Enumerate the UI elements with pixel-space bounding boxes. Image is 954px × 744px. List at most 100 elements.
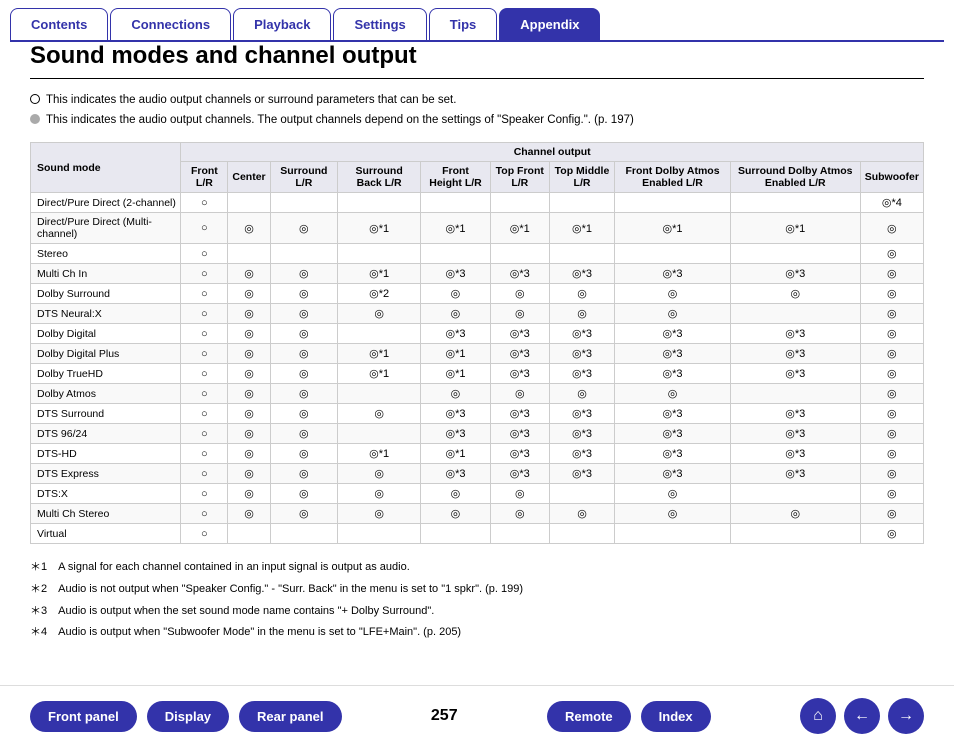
channel-cell: ◎*1 — [338, 444, 421, 464]
bottom-nav-left: Front panel Display Rear panel — [30, 701, 342, 732]
channel-cell: ◎ — [270, 364, 337, 384]
channel-cell: ◎ — [270, 264, 337, 284]
channel-cell: ◎ — [615, 284, 731, 304]
channel-cell: ◎ — [270, 444, 337, 464]
channel-cell: ◎ — [270, 404, 337, 424]
back-icon-button[interactable]: ← — [844, 698, 880, 734]
nav-tabs: Contents Connections Playback Settings T… — [0, 0, 954, 42]
channel-cell: ◎*3 — [549, 344, 614, 364]
channel-cell — [615, 193, 731, 213]
remote-button[interactable]: Remote — [547, 701, 631, 732]
col-surround-back-lr: Surround Back L/R — [338, 162, 421, 193]
channel-cell — [549, 193, 614, 213]
channel-cell: ○ — [181, 424, 228, 444]
channel-cell: ◎*3 — [549, 324, 614, 344]
channel-cell — [730, 524, 860, 544]
front-panel-button[interactable]: Front panel — [30, 701, 137, 732]
sound-mode-cell: DTS Neural:X — [31, 304, 181, 324]
channel-cell: ◎ — [338, 404, 421, 424]
channel-cell — [490, 193, 549, 213]
channel-cell: ◎ — [421, 284, 491, 304]
col-soundmode-header: Sound mode — [31, 143, 181, 193]
channel-cell — [228, 524, 270, 544]
channel-cell — [270, 524, 337, 544]
col-channel-output-header: Channel output — [181, 143, 924, 162]
forward-icon-button[interactable]: → — [888, 698, 924, 734]
legend-text-1: This indicates the audio output channels… — [46, 91, 456, 111]
channel-cell: ○ — [181, 304, 228, 324]
table-row: Stereo○◎ — [31, 244, 924, 264]
channel-cell: ◎ — [421, 384, 491, 404]
channel-cell: ◎ — [860, 404, 923, 424]
channel-cell — [228, 193, 270, 213]
channel-cell: ◎*3 — [730, 324, 860, 344]
sound-mode-cell: Dolby Atmos — [31, 384, 181, 404]
tab-appendix[interactable]: Appendix — [499, 8, 600, 40]
channel-cell — [338, 424, 421, 444]
table-row: DTS:X○◎◎◎◎◎◎◎ — [31, 484, 924, 504]
channel-cell: ◎ — [860, 424, 923, 444]
legend-circle-1 — [30, 94, 40, 104]
channel-cell: ◎*3 — [549, 424, 614, 444]
channel-cell: ◎ — [338, 304, 421, 324]
channel-cell: ◎ — [615, 504, 731, 524]
channel-cell — [421, 524, 491, 544]
tab-contents[interactable]: Contents — [10, 8, 108, 40]
channel-cell: ○ — [181, 504, 228, 524]
channel-cell — [730, 384, 860, 404]
channel-cell: ◎ — [860, 284, 923, 304]
bottom-nav-right-buttons: Remote Index — [547, 701, 711, 732]
table-row: DTS Express○◎◎◎◎*3◎*3◎*3◎*3◎*3◎ — [31, 464, 924, 484]
table-row: Dolby Digital Plus○◎◎◎*1◎*1◎*3◎*3◎*3◎*3◎ — [31, 344, 924, 364]
channel-cell — [338, 524, 421, 544]
legend-circle-2 — [30, 114, 40, 124]
channel-cell: ◎ — [228, 344, 270, 364]
tab-playback[interactable]: Playback — [233, 8, 331, 40]
page-title: Sound modes and channel output — [30, 42, 924, 79]
channel-cell: ◎ — [228, 324, 270, 344]
channel-cell: ◎ — [421, 484, 491, 504]
table-row: Virtual○◎ — [31, 524, 924, 544]
sound-mode-cell: Multi Ch In — [31, 264, 181, 284]
col-surround-lr: Surround L/R — [270, 162, 337, 193]
channel-cell — [549, 484, 614, 504]
tab-tips[interactable]: Tips — [429, 8, 498, 40]
channel-cell: ◎ — [549, 304, 614, 324]
channel-cell: ◎ — [490, 484, 549, 504]
channel-cell: ◎*3 — [490, 464, 549, 484]
channel-cell: ◎*3 — [549, 464, 614, 484]
channel-cell: ◎ — [270, 464, 337, 484]
channel-cell — [549, 244, 614, 264]
channel-cell: ◎*1 — [490, 213, 549, 244]
channel-cell: ◎ — [270, 284, 337, 304]
channel-cell: ◎ — [549, 504, 614, 524]
channel-cell: ◎*1 — [338, 344, 421, 364]
channel-cell: ◎ — [228, 464, 270, 484]
index-button[interactable]: Index — [641, 701, 711, 732]
sound-mode-cell: DTS Surround — [31, 404, 181, 424]
channel-cell — [338, 244, 421, 264]
channel-cell: ◎*3 — [730, 464, 860, 484]
col-surround-dolby-atmos: Surround Dolby Atmos Enabled L/R — [730, 162, 860, 193]
channel-cell: ○ — [181, 344, 228, 364]
channel-cell — [549, 524, 614, 544]
sound-mode-cell: Virtual — [31, 524, 181, 544]
channel-cell: ◎ — [228, 444, 270, 464]
channel-cell: ◎ — [860, 324, 923, 344]
tab-connections[interactable]: Connections — [110, 8, 231, 40]
tab-settings[interactable]: Settings — [333, 8, 426, 40]
channel-cell: ◎*3 — [490, 344, 549, 364]
channel-cell: ◎*3 — [549, 404, 614, 424]
rear-panel-button[interactable]: Rear panel — [239, 701, 341, 732]
home-icon-button[interactable]: ⌂ — [800, 698, 836, 734]
table-row: Multi Ch Stereo○◎◎◎◎◎◎◎◎◎ — [31, 504, 924, 524]
table-row: DTS Surround○◎◎◎◎*3◎*3◎*3◎*3◎*3◎ — [31, 404, 924, 424]
bottom-nav: Front panel Display Rear panel 257 Remot… — [0, 685, 954, 744]
display-button[interactable]: Display — [147, 701, 229, 732]
channel-cell: ◎*3 — [615, 464, 731, 484]
channel-cell: ◎ — [228, 504, 270, 524]
channel-cell: ◎ — [270, 484, 337, 504]
legend-text-2: This indicates the audio output channels… — [46, 111, 634, 131]
channel-cell: ◎*3 — [615, 324, 731, 344]
sound-mode-cell: Direct/Pure Direct (Multi-channel) — [31, 213, 181, 244]
